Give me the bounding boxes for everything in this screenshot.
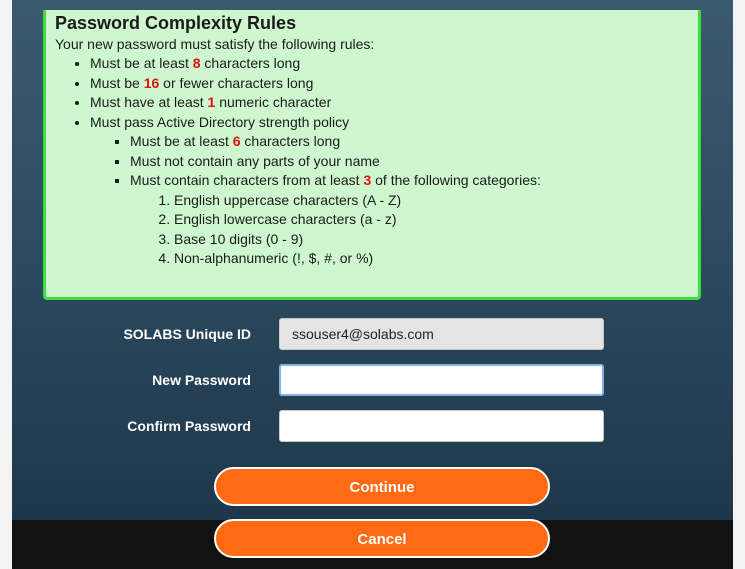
new-password-label: New Password — [152, 372, 251, 388]
unique-id-row: SOLABS Unique ID — [12, 318, 733, 350]
new-password-input[interactable] — [279, 364, 604, 396]
category-item: Non-alphanumeric (!, $, #, or %) — [174, 249, 698, 269]
ad-policy-list: Must be at least 6 characters long Must … — [90, 132, 698, 269]
new-password-row: New Password — [12, 364, 733, 396]
category-item: English uppercase characters (A - Z) — [174, 191, 698, 211]
unique-id-field[interactable] — [279, 318, 604, 350]
rules-list: Must be at least 8 characters long Must … — [55, 54, 698, 269]
continue-button[interactable]: Continue — [214, 467, 550, 506]
rule-ad-policy: Must pass Active Directory strength poli… — [90, 113, 698, 269]
rule-min-length: Must be at least 8 characters long — [90, 54, 698, 74]
ad-rule-categories: Must contain characters from at least 3 … — [130, 171, 698, 269]
ad-rule-no-name: Must not contain any parts of your name — [130, 152, 698, 172]
cancel-button[interactable]: Cancel — [214, 519, 550, 558]
rules-intro: Your new password must satisfy the follo… — [55, 36, 375, 52]
unique-id-label: SOLABS Unique ID — [123, 326, 251, 342]
confirm-password-row: Confirm Password — [12, 410, 733, 442]
login-frame: Password Complexity Rules Your new passw… — [12, 0, 733, 569]
password-rules-panel: Password Complexity Rules Your new passw… — [43, 10, 701, 300]
confirm-password-label: Confirm Password — [127, 418, 251, 434]
rule-max-length: Must be 16 or fewer characters long — [90, 74, 698, 94]
ad-rule-min-length: Must be at least 6 characters long — [130, 132, 698, 152]
rule-numeric: Must have at least 1 numeric character — [90, 93, 698, 113]
category-item: Base 10 digits (0 - 9) — [174, 230, 698, 250]
category-item: English lowercase characters (a - z) — [174, 210, 698, 230]
rules-title: Password Complexity Rules — [55, 13, 297, 33]
confirm-password-input[interactable] — [279, 410, 604, 442]
category-list: English uppercase characters (A - Z) Eng… — [130, 191, 698, 269]
